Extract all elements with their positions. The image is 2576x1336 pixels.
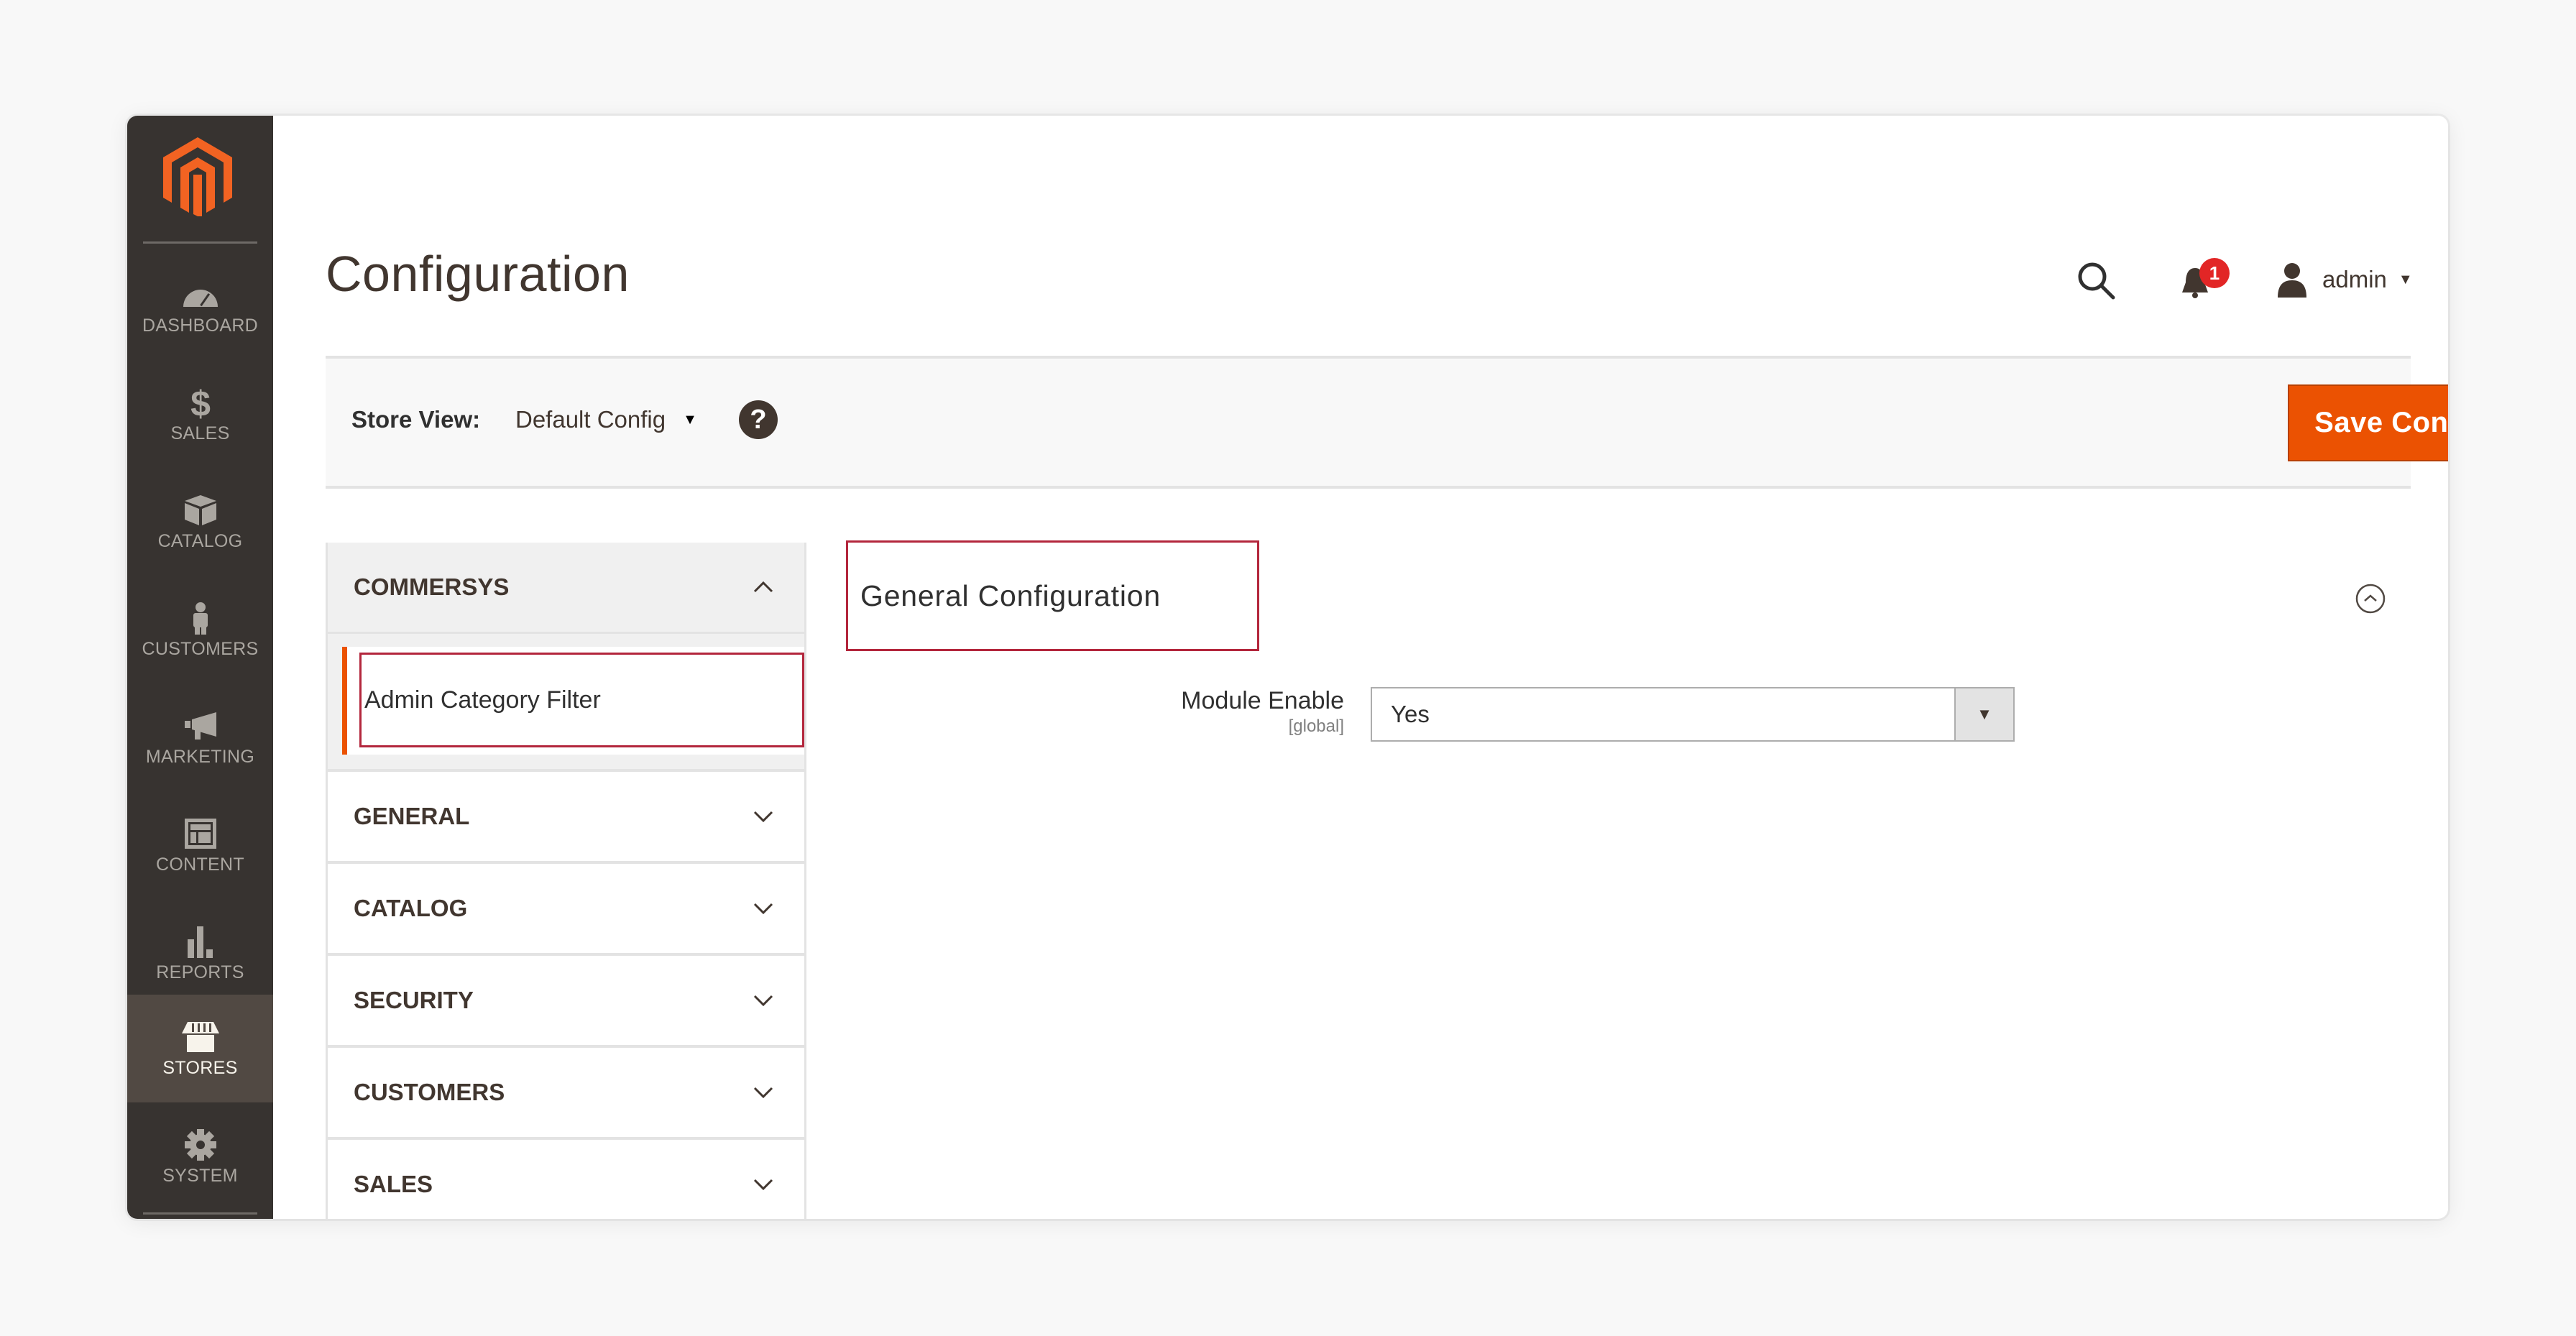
tab-group-catalog[interactable]: CATALOG [328, 864, 804, 956]
sidebar-item-dashboard[interactable]: Dashboard [127, 252, 273, 360]
dashboard-gauge-icon [180, 277, 221, 313]
sidebar-item-content[interactable]: Content [127, 791, 273, 899]
user-name: admin [2322, 266, 2387, 292]
admin-sidebar: Dashboard $ Sales Catalog Customers Mark… [127, 116, 273, 1219]
tab-group-general[interactable]: GENERAL [328, 772, 804, 864]
bar-chart-icon [180, 923, 221, 959]
store-view-value: Default Config [515, 406, 666, 433]
sidebar-item-marketing[interactable]: Marketing [127, 683, 273, 791]
user-menu[interactable]: admin ▼ [2275, 258, 2437, 301]
chevron-down-icon [753, 811, 773, 823]
sidebar-item-label: System [162, 1165, 238, 1186]
store-view-label: Store View: [351, 406, 481, 433]
chevron-down-icon [753, 995, 773, 1007]
notifications-button[interactable]: 1 [2179, 258, 2230, 301]
caret-down-icon: ▼ [683, 411, 697, 428]
sidebar-item-label: Catalog [157, 530, 243, 551]
tab-group-commersys: COMMERSYS Admin Category Filter [328, 543, 804, 772]
module-enable-select[interactable]: Yes ▼ [1371, 687, 2015, 742]
user-icon [2278, 263, 2306, 298]
config-tabs: COMMERSYS Admin Category Filter GENERAL … [326, 543, 806, 1219]
search-icon [2078, 262, 2115, 300]
sidebar-divider [143, 241, 257, 244]
sidebar-item-catalog[interactable]: Catalog [127, 468, 273, 576]
sidebar-item-system[interactable]: System [127, 1102, 273, 1210]
module-enable-label: Module Enable [global] [1181, 687, 1344, 737]
sidebar-item-customers[interactable]: Customers [127, 576, 273, 683]
tab-group-security[interactable]: SECURITY [328, 956, 804, 1048]
storefront-icon [180, 1019, 221, 1055]
person-icon [180, 600, 221, 636]
sidebar-item-sales[interactable]: $ Sales [127, 360, 273, 468]
sidebar-item-label: Stores [162, 1057, 238, 1078]
box-icon [180, 492, 221, 528]
sidebar-item-label: Marketing [145, 746, 255, 767]
admin-window: Dashboard $ Sales Catalog Customers Mark… [127, 116, 2448, 1219]
sidebar-item-label: Dashboard [142, 315, 259, 336]
tab-item-label[interactable]: Admin Category Filter [359, 653, 804, 747]
tab-group-label: CUSTOMERS [354, 1079, 505, 1105]
help-icon[interactable]: ? [739, 400, 778, 439]
tab-group-label: GENERAL [354, 803, 470, 829]
chevron-up-circle-icon [2355, 584, 2386, 614]
section-title[interactable]: General Configuration [846, 540, 1259, 651]
chevron-up-icon [753, 581, 773, 593]
tab-item-admin-category-filter[interactable]: Admin Category Filter [342, 647, 804, 755]
sidebar-item-reports[interactable]: Reports [127, 899, 273, 1007]
caret-down-icon: ▼ [2398, 271, 2413, 287]
tab-group-customers[interactable]: CUSTOMERS [328, 1048, 804, 1140]
gear-icon [180, 1127, 221, 1163]
chevron-down-icon [753, 903, 773, 915]
notification-count-badge: 1 [2199, 258, 2230, 288]
tab-group-label: COMMERSYS [354, 573, 510, 600]
tab-group-sales[interactable]: SALES [328, 1140, 804, 1219]
sidebar-item-label: Customers [142, 638, 259, 659]
collapse-section-button[interactable] [2355, 583, 2386, 614]
tab-group-label: CATALOG [354, 895, 468, 921]
sidebar-divider [143, 1212, 257, 1215]
magento-logo-icon[interactable] [163, 137, 232, 216]
sidebar-item-label: Content [156, 854, 244, 875]
sidebar-item-label: Reports [156, 962, 244, 982]
sidebar-item-label: Sales [170, 423, 230, 443]
select-value: Yes [1391, 701, 1430, 727]
store-view-bar: Store View: Default Config ▼ ? Save Conf… [326, 356, 2448, 489]
tab-group-header[interactable]: COMMERSYS [328, 543, 804, 634]
chevron-down-icon [753, 1087, 773, 1099]
dollar-icon: $ [180, 384, 221, 420]
field-scope: [global] [1288, 717, 1344, 736]
tab-group-label: SECURITY [354, 987, 474, 1013]
layout-icon [180, 816, 221, 852]
caret-down-icon[interactable]: ▼ [1954, 688, 2013, 740]
chevron-down-icon [753, 1179, 773, 1191]
megaphone-icon [180, 708, 221, 744]
tab-group-items: Admin Category Filter [328, 634, 804, 772]
svg-text:$: $ [190, 386, 211, 419]
tab-group-label: SALES [354, 1171, 433, 1197]
store-view-switcher[interactable]: Default Config ▼ [515, 406, 697, 433]
sidebar-item-stores[interactable]: Stores [127, 995, 273, 1102]
search-button[interactable] [2075, 259, 2117, 301]
field-label: Module Enable [1181, 687, 1344, 714]
page-title: Configuration [326, 246, 630, 302]
save-config-button[interactable]: Save Config [2288, 384, 2448, 461]
